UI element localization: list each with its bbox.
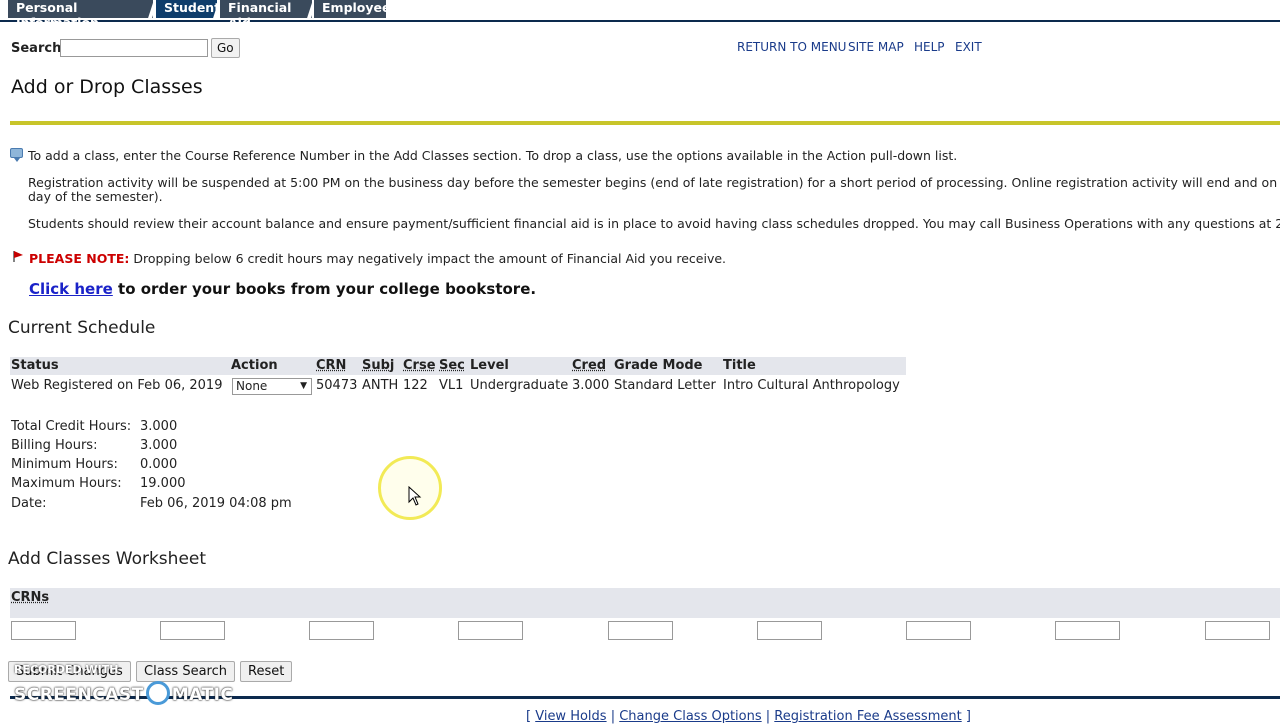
info-speech-bubble-icon xyxy=(10,148,23,162)
bookstore-text: to order your books from your college bo… xyxy=(112,280,537,298)
tab-student[interactable]: Student xyxy=(156,0,221,18)
billing-hours-value: 3.000 xyxy=(140,438,178,453)
dropdown-arrow-icon: ▼ xyxy=(300,381,307,391)
screencast-logo-icon xyxy=(145,681,170,705)
search-input[interactable] xyxy=(60,39,208,57)
tab-employee[interactable]: Employee xyxy=(314,0,391,18)
page-title: Add or Drop Classes xyxy=(11,76,203,98)
crn-header-band xyxy=(10,588,1280,618)
warning-flag-icon xyxy=(13,251,23,262)
row-title: Intro Cultural Anthropology xyxy=(723,378,900,393)
tab-label: Financial Aid xyxy=(228,0,292,30)
crn-input-5[interactable] xyxy=(608,621,673,640)
row-crn: 50473 xyxy=(316,378,358,393)
date-value: Feb 06, 2019 04:08 pm xyxy=(140,496,292,511)
add-classes-worksheet-title: Add Classes Worksheet xyxy=(8,549,207,569)
exit-link[interactable]: EXIT xyxy=(955,40,982,54)
row-crse: 122 xyxy=(403,378,428,393)
crn-input-9[interactable] xyxy=(1205,621,1270,640)
billing-hours-label: Billing Hours: xyxy=(11,438,98,453)
crn-input-6[interactable] xyxy=(757,621,822,640)
info-text-registration-suspended: Registration activity will be suspended … xyxy=(28,175,1280,190)
date-label: Date: xyxy=(11,496,47,511)
please-note-label: PLEASE NOTE: xyxy=(29,251,130,266)
col-header-status: Status xyxy=(11,358,59,373)
tab-financial-aid[interactable]: Financial Aid xyxy=(220,0,312,30)
info-text-account-balance: Students should review their account bal… xyxy=(28,216,1280,231)
search-label: Search xyxy=(11,41,62,56)
row-subj: ANTH xyxy=(362,378,399,393)
tab-label: Personal Information xyxy=(16,0,99,30)
screencast-o-matic-watermark: SCREENCAST MATIC xyxy=(14,681,234,707)
crn-input-8[interactable] xyxy=(1055,621,1120,640)
link-separator: | xyxy=(761,709,775,724)
action-select-value: None xyxy=(236,379,268,393)
col-header-level: Level xyxy=(470,358,509,373)
crn-input-7[interactable] xyxy=(906,621,971,640)
col-header-title: Title xyxy=(723,358,756,373)
current-schedule-title: Current Schedule xyxy=(8,318,156,338)
info-text-add-drop: To add a class, enter the Course Referen… xyxy=(28,148,958,163)
row-grade-mode: Standard Letter xyxy=(614,378,716,393)
row-sec: VL1 xyxy=(439,378,464,393)
watermark-recorded-with: RECORDED WITH xyxy=(14,663,119,676)
watermark-word-1: SCREENCAST xyxy=(14,685,144,705)
top-tab-bar: Personal Information Student Financial A… xyxy=(0,0,1280,30)
financial-aid-note: PLEASE NOTE: Dropping below 6 credit hou… xyxy=(29,251,726,266)
help-link[interactable]: HELP xyxy=(914,40,945,54)
bookstore-line: Click here to order your books from your… xyxy=(29,280,536,298)
tab-label: Student xyxy=(164,0,221,15)
maximum-hours-label: Maximum Hours: xyxy=(11,476,122,491)
class-search-button[interactable]: Class Search xyxy=(136,661,235,682)
total-credit-hours-label: Total Credit Hours: xyxy=(11,419,132,434)
bookstore-click-here-link[interactable]: Click here xyxy=(29,280,113,298)
crn-input-3[interactable] xyxy=(309,621,374,640)
title-divider xyxy=(10,121,1280,125)
footer-links: [ View Holds | Change Class Options | Re… xyxy=(526,709,971,724)
col-header-action: Action xyxy=(231,358,278,373)
crn-input-4[interactable] xyxy=(458,621,523,640)
watermark-word-2: MATIC xyxy=(171,685,234,705)
total-credit-hours-value: 3.000 xyxy=(140,419,178,434)
row-cred: 3.000 xyxy=(572,378,610,393)
minimum-hours-value: 0.000 xyxy=(140,457,178,472)
registration-fee-assessment-link[interactable]: Registration Fee Assessment xyxy=(774,709,961,724)
col-header-crn: CRN xyxy=(316,358,347,373)
maximum-hours-value: 19.000 xyxy=(140,476,186,491)
site-map-link[interactable]: SITE MAP xyxy=(848,40,904,54)
col-header-subj: Subj xyxy=(362,358,395,373)
minimum-hours-label: Minimum Hours: xyxy=(11,457,118,472)
col-header-crse: Crse xyxy=(403,358,436,373)
col-header-grade-mode: Grade Mode xyxy=(614,358,703,373)
change-class-options-link[interactable]: Change Class Options xyxy=(619,709,761,724)
col-header-cred: Cred xyxy=(572,358,607,373)
info-text-registration-suspended-cont: day of the semester). xyxy=(28,189,163,204)
link-separator: | xyxy=(606,709,620,724)
reset-button[interactable]: Reset xyxy=(240,661,293,682)
row-status: Web Registered on Feb 06, 2019 xyxy=(11,378,223,393)
row-level: Undergraduate xyxy=(470,378,569,393)
go-button[interactable]: Go xyxy=(211,38,240,58)
crn-input-2[interactable] xyxy=(160,621,225,640)
mouse-pointer-icon xyxy=(408,486,422,506)
bracket-open: [ xyxy=(526,709,536,724)
col-header-sec: Sec xyxy=(439,358,465,373)
action-select[interactable]: None ▼ xyxy=(232,378,312,395)
bracket-close: ] xyxy=(961,709,971,724)
crns-label: CRNs xyxy=(11,590,50,605)
tab-personal-information[interactable]: Personal Information xyxy=(8,0,153,30)
return-to-menu-link[interactable]: RETURN TO MENU xyxy=(737,40,846,54)
crn-input-1[interactable] xyxy=(11,621,76,640)
tab-label: Employee xyxy=(322,0,391,15)
please-note-text: Dropping below 6 credit hours may negati… xyxy=(129,251,727,266)
view-holds-link[interactable]: View Holds xyxy=(535,709,606,724)
